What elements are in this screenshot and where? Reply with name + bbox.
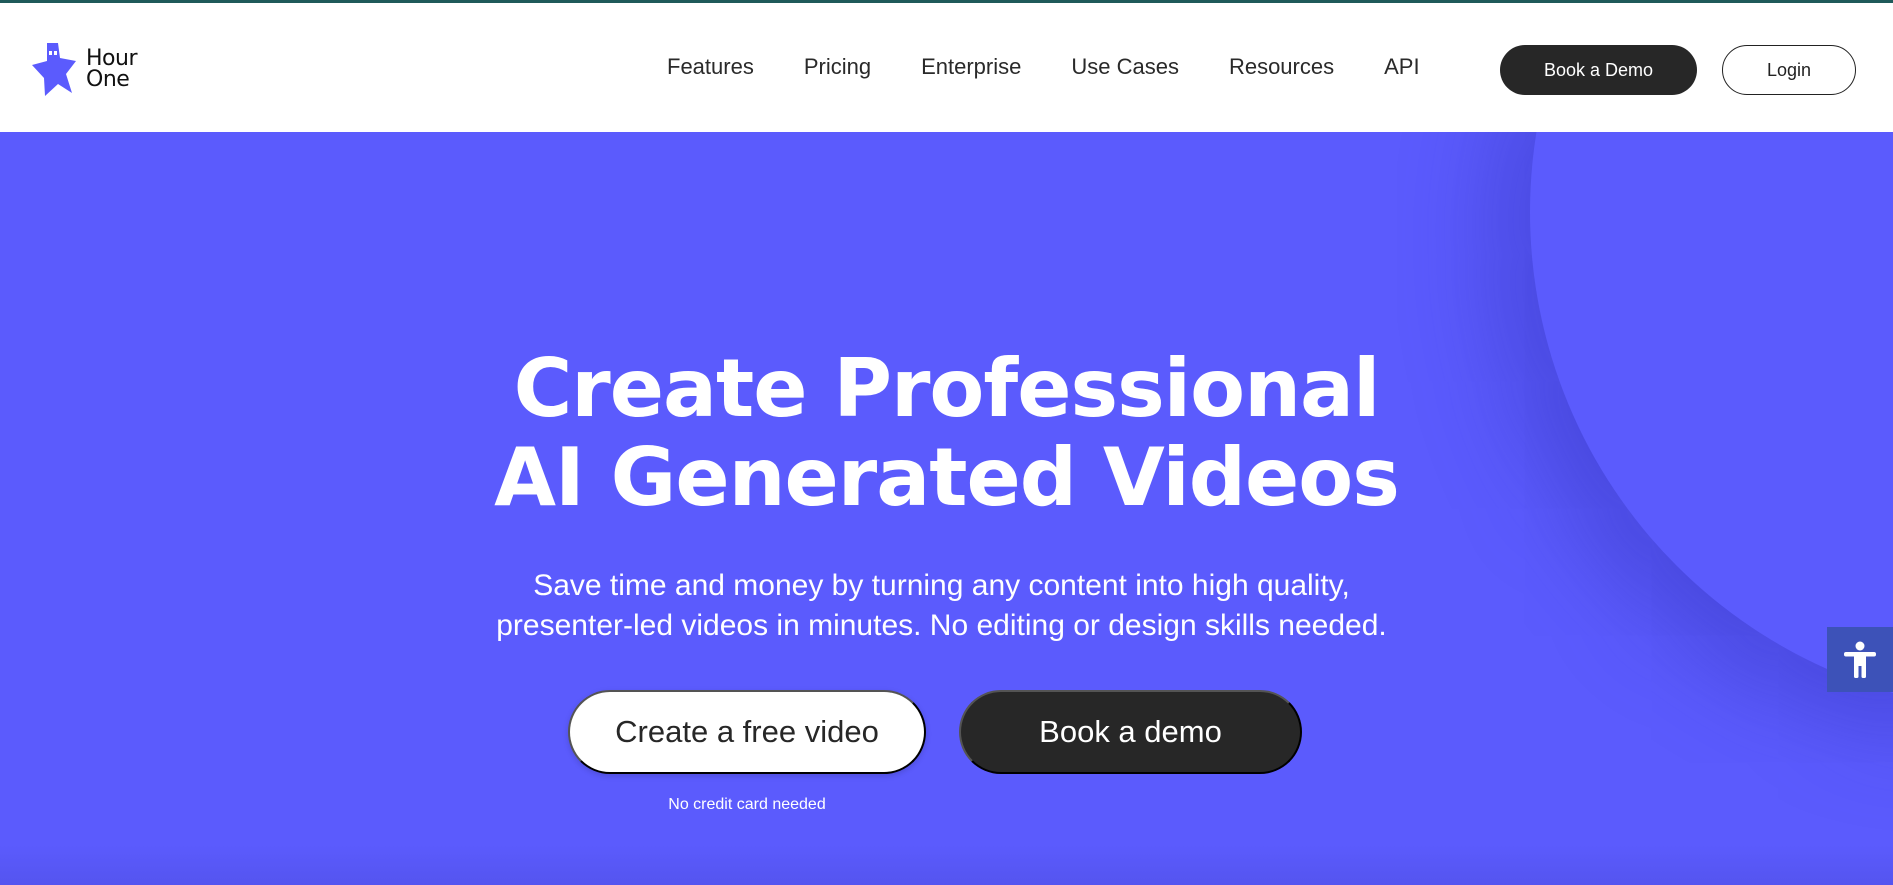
hero-subtitle-line2: presenter-led videos in minutes. No edit… [496, 609, 1387, 642]
hero-subtitle: Save time and money by turning any conte… [0, 566, 1883, 646]
logo-text-line2: One [86, 67, 130, 92]
nav-item-resources[interactable]: Resources [1229, 54, 1334, 80]
nav-item-features[interactable]: Features [667, 54, 754, 80]
hero-title-line1: Create Professional [513, 342, 1381, 435]
nav-item-pricing[interactable]: Pricing [804, 54, 871, 80]
site-header: Hour One Features Pricing Enterprise Use… [0, 3, 1893, 132]
logo[interactable]: Hour One [30, 41, 138, 97]
nav-item-use-cases[interactable]: Use Cases [1071, 54, 1179, 80]
book-demo-hero-button[interactable]: Book a demo [959, 690, 1302, 774]
logo-text-line1: Hour [86, 46, 138, 71]
hero-subtitle-line1: Save time and money by turning any conte… [533, 569, 1350, 602]
accessibility-button[interactable] [1827, 627, 1893, 692]
login-button[interactable]: Login [1722, 45, 1856, 95]
nav-item-api[interactable]: API [1384, 54, 1419, 80]
book-demo-header-button[interactable]: Book a Demo [1500, 45, 1697, 95]
hero-section: Create Professional AI Generated Videos … [0, 132, 1893, 885]
accessibility-icon [1844, 641, 1876, 678]
hero-title-line2: AI Generated Videos [494, 431, 1400, 524]
bottom-fade [0, 845, 1893, 885]
main-nav: Features Pricing Enterprise Use Cases Re… [667, 54, 1420, 80]
hour-one-star-icon [32, 43, 76, 96]
no-credit-card-note: No credit card needed [668, 796, 826, 813]
hero-title: Create Professional AI Generated Videos [0, 344, 1893, 522]
logo-text: Hour One [86, 46, 138, 92]
create-free-video-button[interactable]: Create a free video [568, 690, 926, 774]
nav-item-enterprise[interactable]: Enterprise [921, 54, 1021, 80]
